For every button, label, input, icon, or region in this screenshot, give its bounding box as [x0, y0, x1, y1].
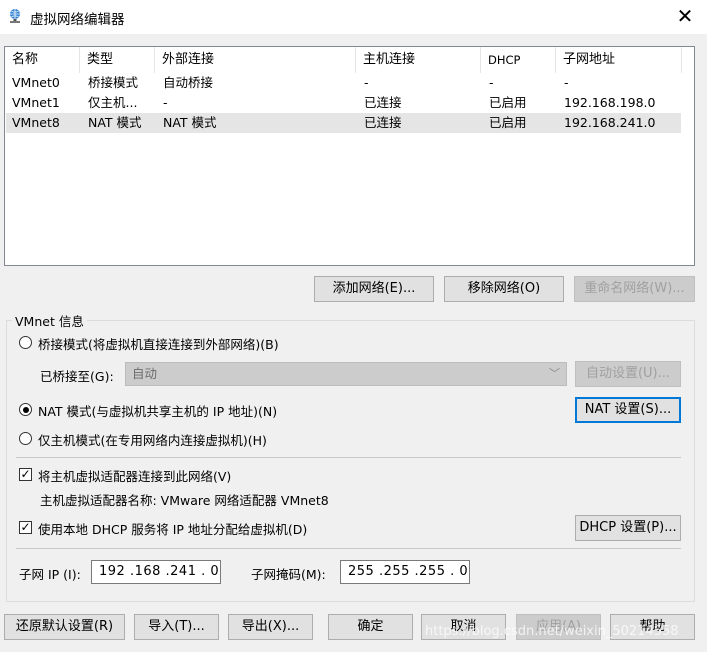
- subnet-mask-input[interactable]: 255 .255 .255 . 0: [340, 560, 470, 584]
- cell-type: NAT 模式: [88, 115, 142, 130]
- column-header-subnet[interactable]: 子网地址: [556, 47, 682, 73]
- apply-button[interactable]: 应用(A): [516, 614, 601, 640]
- network-editor-icon: [10, 9, 20, 23]
- cell-subnet: 192.168.198.0: [564, 95, 656, 110]
- column-header-type[interactable]: 类型: [80, 47, 155, 73]
- help-button[interactable]: 帮助: [610, 614, 695, 640]
- cell-host: -: [364, 75, 369, 90]
- add-network-button[interactable]: 添加网络(E)...: [314, 276, 434, 302]
- cell-host: 已连接: [364, 95, 402, 110]
- divider: [16, 457, 681, 458]
- cell-host: 已连接: [364, 115, 402, 130]
- chevron-down-icon: ﹀: [549, 367, 560, 380]
- rename-network-button[interactable]: 重命名网络(W)...: [574, 276, 695, 302]
- remove-network-button[interactable]: 移除网络(O): [444, 276, 564, 302]
- cell-type: 桥接模式: [88, 75, 139, 90]
- table-row[interactable]: VMnet0 桥接模式 自动桥接 - - -: [6, 73, 681, 93]
- network-table[interactable]: 名称 类型 外部连接 主机连接 DHCP 子网地址 VMnet0 桥接模式 自动…: [4, 46, 695, 266]
- cell-external: -: [163, 95, 168, 110]
- divider: [16, 548, 681, 549]
- cell-dhcp: 已启用: [489, 95, 527, 110]
- bridged-mode-label[interactable]: 桥接模式(将虚拟机直接连接到外部网络)(B): [38, 334, 279, 353]
- connect-adapter-label[interactable]: 将主机虚拟适配器连接到此网络(V): [38, 466, 231, 485]
- column-header-host[interactable]: 主机连接: [356, 47, 481, 73]
- bridged-to-label: 已桥接至(G):: [40, 369, 114, 384]
- cancel-button[interactable]: 取消: [421, 614, 506, 640]
- cell-name: VMnet1: [12, 95, 60, 110]
- nat-mode-radio[interactable]: [19, 403, 32, 416]
- cell-external: 自动桥接: [163, 75, 214, 90]
- column-header-dhcp[interactable]: DHCP: [481, 47, 556, 73]
- cell-name: VMnet0: [12, 75, 60, 90]
- host-only-radio[interactable]: [19, 432, 32, 445]
- dhcp-label[interactable]: 使用本地 DHCP 服务将 IP 地址分配给虚拟机(D): [38, 519, 307, 538]
- bridged-to-value: 自动: [132, 366, 158, 381]
- nat-settings-button[interactable]: NAT 设置(S)...: [575, 397, 681, 423]
- host-only-label[interactable]: 仅主机模式(在专用网络内连接虚拟机)(H): [38, 430, 267, 449]
- dhcp-checkbox[interactable]: ✓: [19, 521, 32, 534]
- cell-subnet: -: [564, 75, 569, 90]
- cell-dhcp: 已启用: [489, 115, 527, 130]
- auto-settings-button[interactable]: 自动设置(U)...: [575, 361, 681, 387]
- column-header-external[interactable]: 外部连接: [155, 47, 356, 73]
- bridged-to-select[interactable]: 自动 ﹀: [125, 362, 567, 386]
- adapter-name-text: 主机虚拟适配器名称: VMware 网络适配器 VMnet8: [40, 493, 329, 508]
- cell-subnet: 192.168.241.0: [564, 115, 656, 130]
- cell-type: 仅主机...: [88, 95, 138, 110]
- cell-external: NAT 模式: [163, 115, 217, 130]
- cell-name: VMnet8: [12, 115, 60, 130]
- dhcp-settings-button[interactable]: DHCP 设置(P)...: [575, 515, 681, 541]
- vmnet-info-title: VMnet 信息: [12, 311, 87, 330]
- connect-adapter-checkbox[interactable]: ✓: [19, 468, 32, 481]
- import-button[interactable]: 导入(T)...: [134, 614, 219, 640]
- cell-dhcp: -: [489, 75, 494, 90]
- table-row-selected[interactable]: VMnet8 NAT 模式 NAT 模式 已连接 已启用 192.168.241…: [6, 113, 681, 133]
- nat-mode-label[interactable]: NAT 模式(与虚拟机共享主机的 IP 地址)(N): [38, 401, 277, 420]
- table-row[interactable]: VMnet1 仅主机... - 已连接 已启用 192.168.198.0: [6, 93, 681, 113]
- subnet-ip-input[interactable]: 192 .168 .241 . 0: [91, 560, 221, 584]
- subnet-ip-label: 子网 IP (I):: [19, 567, 81, 582]
- bridged-mode-radio[interactable]: [19, 336, 32, 349]
- column-header-name[interactable]: 名称: [5, 47, 80, 73]
- close-button[interactable]: ✕: [670, 4, 700, 30]
- restore-defaults-button[interactable]: 还原默认设置(R): [4, 614, 125, 640]
- ok-button[interactable]: 确定: [328, 614, 413, 640]
- export-button[interactable]: 导出(X)...: [228, 614, 313, 640]
- subnet-mask-label: 子网掩码(M):: [251, 567, 326, 582]
- window-title: 虚拟网络编辑器: [30, 12, 125, 28]
